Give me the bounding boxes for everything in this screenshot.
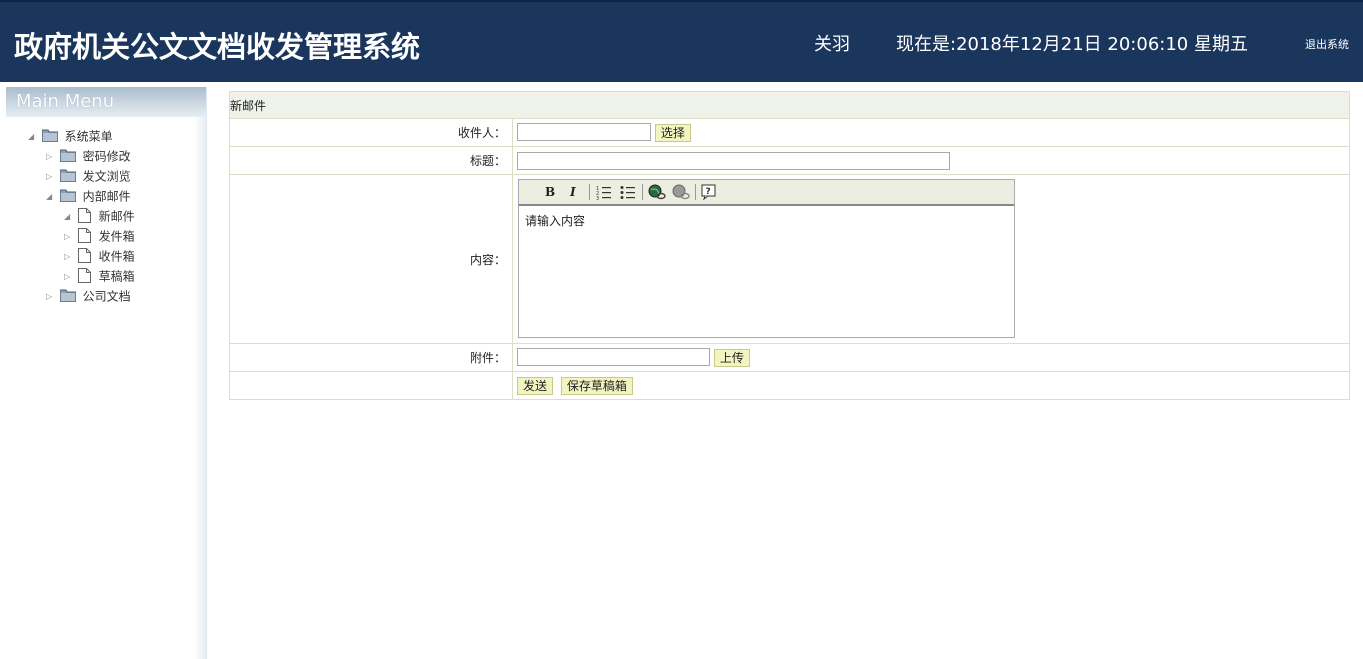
actions-spacer: [229, 371, 513, 400]
tree-label-drafts[interactable]: 草稿箱: [99, 270, 135, 284]
toolbar-separator: [642, 184, 643, 200]
folder-icon: [59, 149, 76, 162]
collapsed-arrow-icon[interactable]: ▷: [46, 168, 56, 186]
tree-node-new-mail[interactable]: ◢ 新邮件: [64, 207, 135, 225]
subject-label: 标题：: [229, 146, 513, 175]
recipient-label: 收件人：: [229, 118, 513, 147]
actions-cell: 发送 保存草稿箱: [512, 371, 1350, 400]
bold-button[interactable]: B: [545, 184, 555, 200]
app-title: 政府机关公文文档收发管理系统: [14, 30, 421, 64]
content-row: 内容： B I 123 ? 请输入内容: [229, 174, 1350, 344]
attachment-input[interactable]: [517, 348, 710, 367]
toolbar-separator: [589, 184, 590, 200]
subject-row: 标题：: [229, 146, 1350, 175]
content-cell: B I 123 ? 请输入内容: [512, 174, 1350, 344]
attachment-cell: 上传: [512, 343, 1350, 372]
tree-label-browse[interactable]: 发文浏览: [83, 170, 131, 184]
tree-label-company-docs[interactable]: 公司文档: [83, 290, 131, 304]
toolbar-separator: [695, 184, 696, 200]
folder-icon: [59, 169, 76, 182]
unordered-list-icon[interactable]: [620, 184, 636, 200]
remove-link-icon[interactable]: [672, 184, 690, 200]
ordered-list-icon[interactable]: 123: [596, 184, 612, 200]
recipient-cell: 选择: [512, 118, 1350, 147]
italic-button[interactable]: I: [570, 184, 576, 200]
collapsed-arrow-icon[interactable]: ▷: [64, 228, 74, 246]
tree-label-new-mail[interactable]: 新邮件: [99, 210, 135, 224]
subject-cell: [512, 146, 1350, 175]
tree-node-outbox[interactable]: ▷ 发件箱: [64, 227, 135, 245]
editor-toolbar: B I 123 ?: [519, 180, 1014, 206]
current-user: 关羽: [814, 34, 850, 55]
document-icon: [77, 268, 91, 283]
tree-node-company-docs[interactable]: ▷ 公司文档: [46, 287, 131, 305]
svg-text:?: ?: [706, 187, 711, 197]
tree-node-browse[interactable]: ▷ 发文浏览: [46, 167, 131, 185]
sidebar: Main Menu ◢ 系统菜单 ▷ 密码修改 ▷ 发文浏览 ◢ 内部邮件 ◢ …: [6, 87, 207, 659]
attachment-label: 附件：: [229, 343, 513, 372]
collapsed-arrow-icon[interactable]: ▷: [64, 268, 74, 286]
expanded-arrow-icon[interactable]: ◢: [46, 188, 56, 206]
send-button[interactable]: 发送: [517, 376, 554, 395]
attachment-row: 附件： 上传: [229, 343, 1350, 372]
tree-label-root[interactable]: 系统菜单: [65, 130, 113, 144]
recipient-row: 收件人： 选择: [229, 118, 1350, 147]
rich-text-editor: B I 123 ? 请输入内容: [518, 179, 1015, 338]
tree-node-drafts[interactable]: ▷ 草稿箱: [64, 267, 135, 285]
folder-icon: [59, 289, 76, 302]
menu-heading: Main Menu: [6, 87, 206, 117]
tree-label-inbox[interactable]: 收件箱: [99, 250, 135, 264]
insert-link-icon[interactable]: [648, 184, 666, 200]
form-title: 新邮件: [229, 91, 1350, 119]
document-icon: [77, 228, 91, 243]
document-icon: [77, 248, 91, 263]
expanded-arrow-icon[interactable]: ◢: [28, 128, 38, 146]
new-mail-form: 新邮件 收件人： 选择 标题： 内容： B I 1 2 3 ? 请输入内容 附件…: [229, 91, 1350, 400]
tree-label-mail[interactable]: 内部邮件: [83, 190, 131, 204]
new-mail-panel: 新邮件 收件人： 选择 标题： 内容： B I 1 2 3 ? 请输入内容 附件…: [229, 91, 1350, 400]
folder-icon: [59, 189, 76, 202]
collapsed-arrow-icon[interactable]: ▷: [46, 288, 56, 306]
help-icon[interactable]: ?: [701, 184, 717, 200]
tree-node-password[interactable]: ▷ 密码修改: [46, 147, 131, 165]
svg-text:3: 3: [596, 196, 599, 200]
save-draft-button[interactable]: 保存草稿箱: [560, 376, 633, 395]
tree-node-mail[interactable]: ◢ 内部邮件: [46, 187, 131, 205]
collapsed-arrow-icon[interactable]: ▷: [46, 148, 56, 166]
logout-link[interactable]: 退出系统: [1305, 36, 1349, 52]
form-title-row: 新邮件: [229, 91, 1350, 119]
app-header: 政府机关公文文档收发管理系统 关羽 现在是:2018年12月21日 20:06:…: [0, 0, 1363, 82]
document-icon: [77, 208, 91, 223]
content-label: 内容：: [229, 174, 513, 344]
tree-label-outbox[interactable]: 发件箱: [99, 230, 135, 244]
tree-node-root[interactable]: ◢ 系统菜单: [28, 127, 113, 145]
choose-recipient-button[interactable]: 选择: [654, 123, 691, 142]
tree-node-inbox[interactable]: ▷ 收件箱: [64, 247, 135, 265]
recipient-input[interactable]: [517, 123, 651, 142]
expanded-arrow-icon[interactable]: ◢: [64, 208, 74, 226]
upload-button[interactable]: 上传: [713, 348, 750, 367]
collapsed-arrow-icon[interactable]: ▷: [64, 248, 74, 266]
tree-label-password[interactable]: 密码修改: [83, 150, 131, 164]
editor-content[interactable]: 请输入内容: [519, 206, 1014, 235]
datetime-display: 现在是:2018年12月21日 20:06:10 星期五: [896, 34, 1248, 55]
folder-icon: [41, 129, 58, 142]
actions-row: 发送 保存草稿箱: [229, 371, 1350, 400]
subject-input[interactable]: [517, 151, 950, 170]
